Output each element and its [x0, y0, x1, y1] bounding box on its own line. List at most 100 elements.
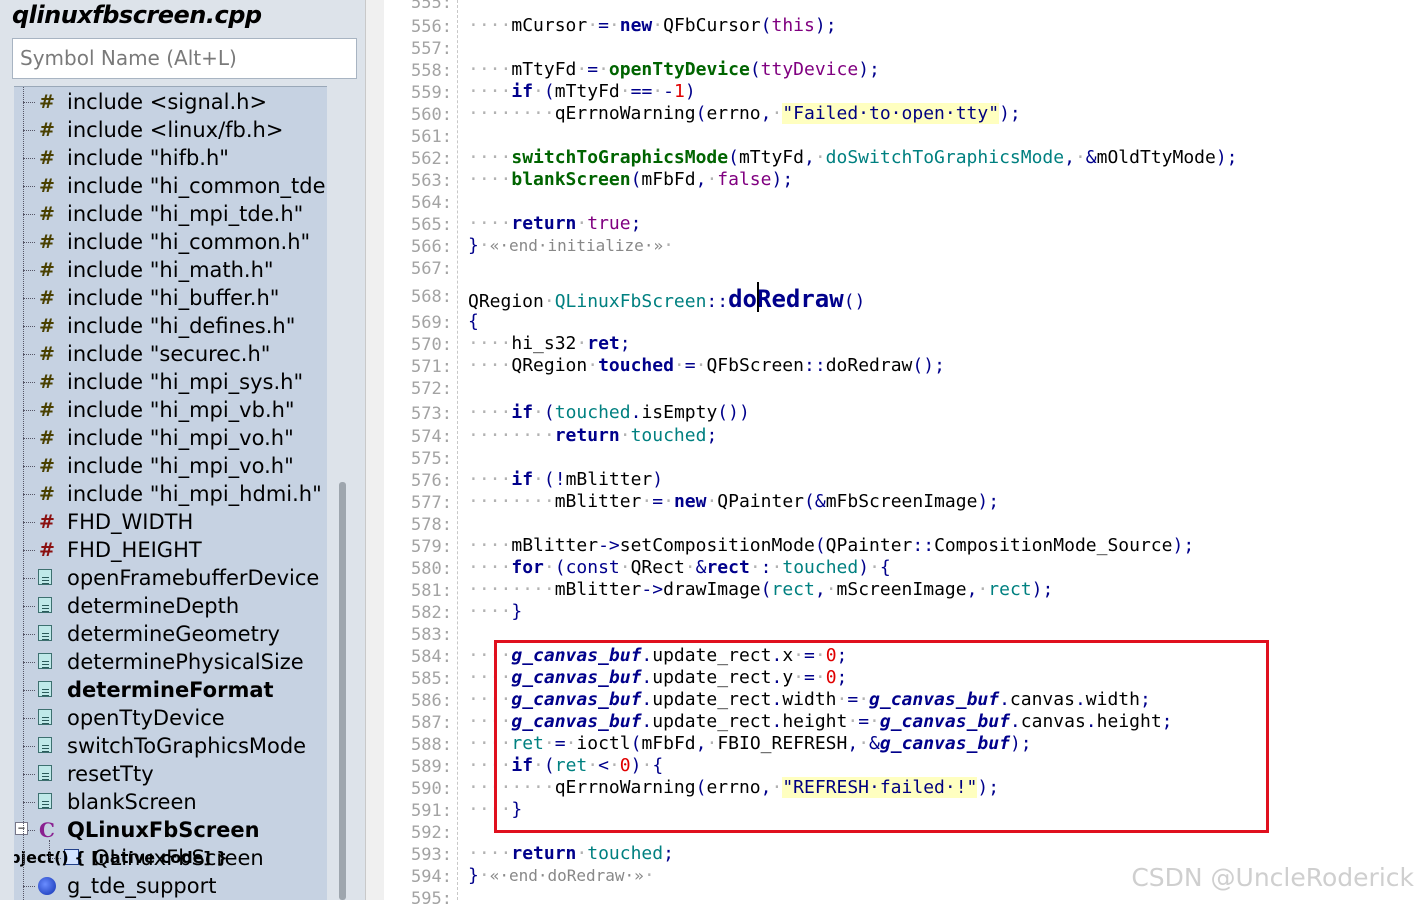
tree-connector: [23, 662, 35, 663]
symbol-item[interactable]: C QLinuxFbScreen −: [14, 816, 327, 844]
code-line[interactable]: ····hi_s32·ret;: [468, 332, 631, 356]
tree-connector: [23, 550, 35, 551]
symbol-item[interactable]: # include "hi_math.h": [14, 256, 327, 284]
include-hash-icon: #: [39, 259, 55, 281]
code-token: }: [468, 865, 479, 886]
symbol-item[interactable]: # FHD_HEIGHT: [14, 536, 327, 564]
code-line[interactable]: ········qErrnoWarning(errno,·"Failed·to·…: [468, 102, 1021, 126]
symbol-item[interactable]: # include "hi_mpi_tde.h": [14, 200, 327, 228]
symbol-item[interactable]: openFramebufferDevice: [14, 564, 327, 592]
code-token: ·: [533, 402, 544, 423]
symbol-item-label: switchToGraphicsMode: [67, 734, 307, 758]
code-token: ·: [771, 557, 783, 578]
line-number: 570:: [411, 335, 452, 355]
code-token: (: [814, 535, 826, 556]
symbol-item[interactable]: # include "hi_mpi_sys.h": [14, 368, 327, 396]
symbol-item-label: determinePhysicalSize: [67, 650, 304, 674]
symbol-item[interactable]: # include "hi_mpi_vo.h": [14, 452, 327, 480]
symbol-item[interactable]: # include <signal.h>: [14, 88, 327, 116]
code-token: true: [587, 213, 631, 234]
panel-splitter[interactable]: [365, 0, 385, 900]
function-icon: [38, 793, 52, 809]
code-line[interactable]: }·«·end·initialize·»·: [468, 234, 674, 258]
line-number: 587:: [411, 713, 452, 733]
code-line[interactable]: {: [468, 310, 479, 334]
code-line[interactable]: QRegion·QLinuxFbScreen::doRedraw(): [468, 284, 865, 317]
symbol-item[interactable]: # include "hi_defines.h": [14, 312, 327, 340]
code-token: ttyDevice: [760, 59, 859, 80]
symbol-item[interactable]: # include "hifb.h": [14, 144, 327, 172]
code-token: QRect: [630, 557, 685, 578]
code-line[interactable]: ····return·true;: [468, 212, 641, 236]
code-token: ····: [468, 535, 512, 556]
tree-connector: [23, 578, 35, 579]
code-line[interactable]: ········mBlitter->drawImage(rect,·mScree…: [468, 578, 1053, 602]
symbol-item[interactable]: # include "hi_common_tde.h": [14, 172, 327, 200]
code-line[interactable]: ····QRegion·touched·=·QFbScreen::doRedra…: [468, 354, 945, 378]
code-token: -: [663, 81, 674, 102]
symbol-item[interactable]: # FHD_WIDTH: [14, 508, 327, 536]
tree-connector: [23, 130, 35, 131]
code-line[interactable]: ····mTtyFd·=·openTtyDevice(ttyDevice);: [468, 58, 880, 82]
code-line[interactable]: ····blankScreen(mFbFd,·false);: [468, 168, 793, 192]
symbol-search-input[interactable]: Symbol Name (Alt+L): [12, 38, 357, 79]
tree-connector: [23, 298, 35, 299]
code-line[interactable]: ····}: [468, 600, 522, 624]
collapse-toggle[interactable]: −: [15, 822, 28, 835]
symbol-item[interactable]: # include <linux/fb.h>: [14, 116, 327, 144]
code-token: ·: [543, 557, 555, 578]
symbol-item[interactable]: function Object() { [native code] }QLinu…: [14, 844, 327, 872]
code-line[interactable]: ····if·(mTtyFd·==·-1): [468, 80, 696, 104]
symbol-item-label: include "securec.h": [67, 342, 271, 366]
code-token: ····: [468, 355, 512, 376]
tree-connector: [23, 802, 35, 803]
code-token: drawImage: [663, 579, 761, 600]
symbol-item[interactable]: determinePhysicalSize: [14, 648, 327, 676]
symbol-item[interactable]: # include "hi_common.h": [14, 228, 327, 256]
symbol-item[interactable]: resetTty: [14, 760, 327, 788]
code-token: ········: [468, 103, 555, 124]
code-token: ·: [643, 865, 655, 886]
symbol-item[interactable]: # include "hi_mpi_hdmi.h": [14, 480, 327, 508]
symbol-item[interactable]: switchToGraphicsMode: [14, 732, 327, 760]
code-line[interactable]: ····for·(const·QRect·&rect·:·touched)·{: [468, 556, 891, 580]
code-token: ;: [663, 843, 674, 864]
code-token: ()): [717, 402, 750, 423]
code-line[interactable]: ····mBlitter->setCompositionMode(QPainte…: [468, 534, 1194, 558]
code-token: ·: [706, 491, 718, 512]
code-token: ········: [468, 491, 555, 512]
tree-connector: [23, 326, 35, 327]
symbol-item[interactable]: # include "securec.h": [14, 340, 327, 368]
symbol-item[interactable]: # include "hi_mpi_vo.h": [14, 424, 327, 452]
symbol-item-label: include "hi_mpi_vo.h": [67, 426, 294, 450]
symbol-item[interactable]: blankScreen: [14, 788, 327, 816]
code-line[interactable]: ········return·touched;: [468, 424, 717, 448]
line-number: 576:: [411, 471, 452, 491]
code-line[interactable]: }·«·end·doRedraw·»·: [468, 864, 655, 888]
symbol-item[interactable]: determineFormat: [14, 676, 327, 704]
code-line[interactable]: ····if·(touched.isEmpty()): [468, 401, 750, 425]
tree-connector: [23, 186, 35, 187]
code-line[interactable]: ····if·(!mBlitter): [468, 468, 663, 492]
code-token: ): [858, 557, 870, 578]
code-token: touched: [630, 425, 707, 446]
symbol-item[interactable]: g_tde_support: [14, 872, 327, 900]
code-line[interactable]: ····switchToGraphicsMode(mTtyFd,·doSwitc…: [468, 146, 1238, 170]
function-icon: [38, 709, 52, 725]
symbol-item[interactable]: # include "hi_buffer.h": [14, 284, 327, 312]
code-line[interactable]: ········mBlitter·=·new·QPainter(&mFbScre…: [468, 490, 999, 514]
code-token: if: [511, 469, 534, 490]
code-token: (: [630, 169, 642, 190]
code-token: ·: [652, 81, 664, 102]
symbol-item-label: openFramebufferDevice: [67, 566, 320, 590]
symbol-tree[interactable]: # include <signal.h> # include <linux/fb.h>…: [14, 86, 327, 900]
code-token: «·end·doRedraw·»: [489, 866, 644, 885]
code-line[interactable]: ····return·touched;: [468, 842, 674, 866]
symbol-item[interactable]: determineGeometry: [14, 620, 327, 648]
code-line[interactable]: ····mCursor·=·new·QFbCursor(this);: [468, 14, 837, 38]
line-number: 555:: [411, 0, 452, 13]
symbol-item[interactable]: determineDepth: [14, 592, 327, 620]
symbol-tree-scrollbar[interactable]: [339, 482, 346, 900]
symbol-item[interactable]: # include "hi_mpi_vb.h": [14, 396, 327, 424]
symbol-item[interactable]: openTtyDevice: [14, 704, 327, 732]
